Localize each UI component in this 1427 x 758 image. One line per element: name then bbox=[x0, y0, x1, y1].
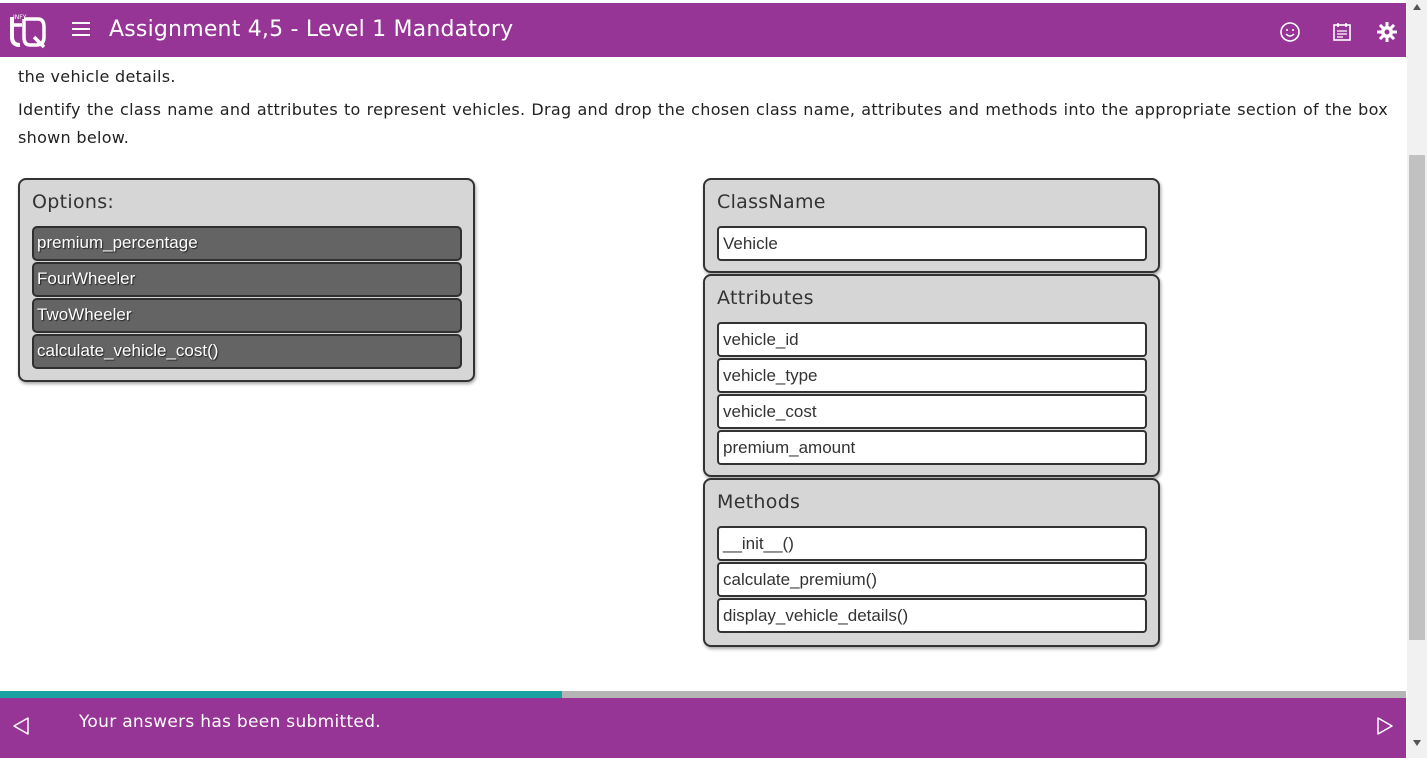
triangle-left-icon[interactable] bbox=[12, 716, 30, 736]
menu-icon[interactable] bbox=[72, 22, 92, 38]
scroll-up-arrow-icon[interactable] bbox=[1413, 4, 1421, 10]
methods-box: Methods __init__() calculate_premium() d… bbox=[703, 478, 1160, 647]
scroll-down-arrow-icon[interactable] bbox=[1413, 740, 1421, 746]
option-item[interactable]: premium_percentage bbox=[32, 226, 462, 261]
smiley-icon[interactable] bbox=[1278, 20, 1302, 44]
classname-box: ClassName Vehicle bbox=[703, 178, 1160, 273]
progress-bar bbox=[0, 691, 1406, 698]
page-title: Assignment 4,5 - Level 1 Mandatory bbox=[109, 17, 514, 42]
options-box: Options: premium_percentage FourWheeler … bbox=[18, 178, 475, 382]
attribute-item[interactable]: vehicle_type bbox=[717, 358, 1147, 393]
question-text-line: the vehicle details. bbox=[18, 67, 176, 86]
instructions-text: Identify the class name and attributes t… bbox=[18, 100, 1388, 147]
methods-title: Methods bbox=[717, 491, 801, 513]
option-item[interactable]: FourWheeler bbox=[32, 262, 462, 297]
svg-text:INFY: INFY bbox=[13, 14, 27, 21]
classname-title: ClassName bbox=[717, 191, 826, 213]
infytq-logo[interactable]: INFY bbox=[8, 11, 48, 51]
attribute-item[interactable]: vehicle_id bbox=[717, 322, 1147, 357]
option-item[interactable]: TwoWheeler bbox=[32, 298, 462, 333]
option-item[interactable]: calculate_vehicle_cost() bbox=[32, 334, 462, 369]
calendar-icon[interactable] bbox=[1330, 20, 1354, 44]
scrollbar-thumb[interactable] bbox=[1409, 155, 1425, 640]
method-item[interactable]: __init__() bbox=[717, 526, 1147, 561]
attributes-box: Attributes vehicle_id vehicle_type vehic… bbox=[703, 274, 1160, 477]
attribute-item[interactable]: vehicle_cost bbox=[717, 394, 1147, 429]
submission-status-message: Your answers has been submitted. bbox=[79, 712, 381, 732]
method-item[interactable]: calculate_premium() bbox=[717, 562, 1147, 597]
app-header: INFY Assignment 4,5 - Level 1 Mandatory bbox=[0, 3, 1406, 57]
page-scrollbar[interactable] bbox=[1407, 0, 1427, 758]
classname-item[interactable]: Vehicle bbox=[717, 226, 1147, 261]
attribute-item[interactable]: premium_amount bbox=[717, 430, 1147, 465]
settings-icon[interactable] bbox=[1375, 20, 1399, 44]
triangle-right-icon[interactable] bbox=[1376, 716, 1394, 736]
options-title: Options: bbox=[32, 191, 115, 213]
footer-bar: Your answers has been submitted. bbox=[0, 698, 1406, 758]
attributes-title: Attributes bbox=[717, 287, 814, 309]
method-item[interactable]: display_vehicle_details() bbox=[717, 598, 1147, 633]
progress-bar-fill bbox=[0, 691, 563, 698]
